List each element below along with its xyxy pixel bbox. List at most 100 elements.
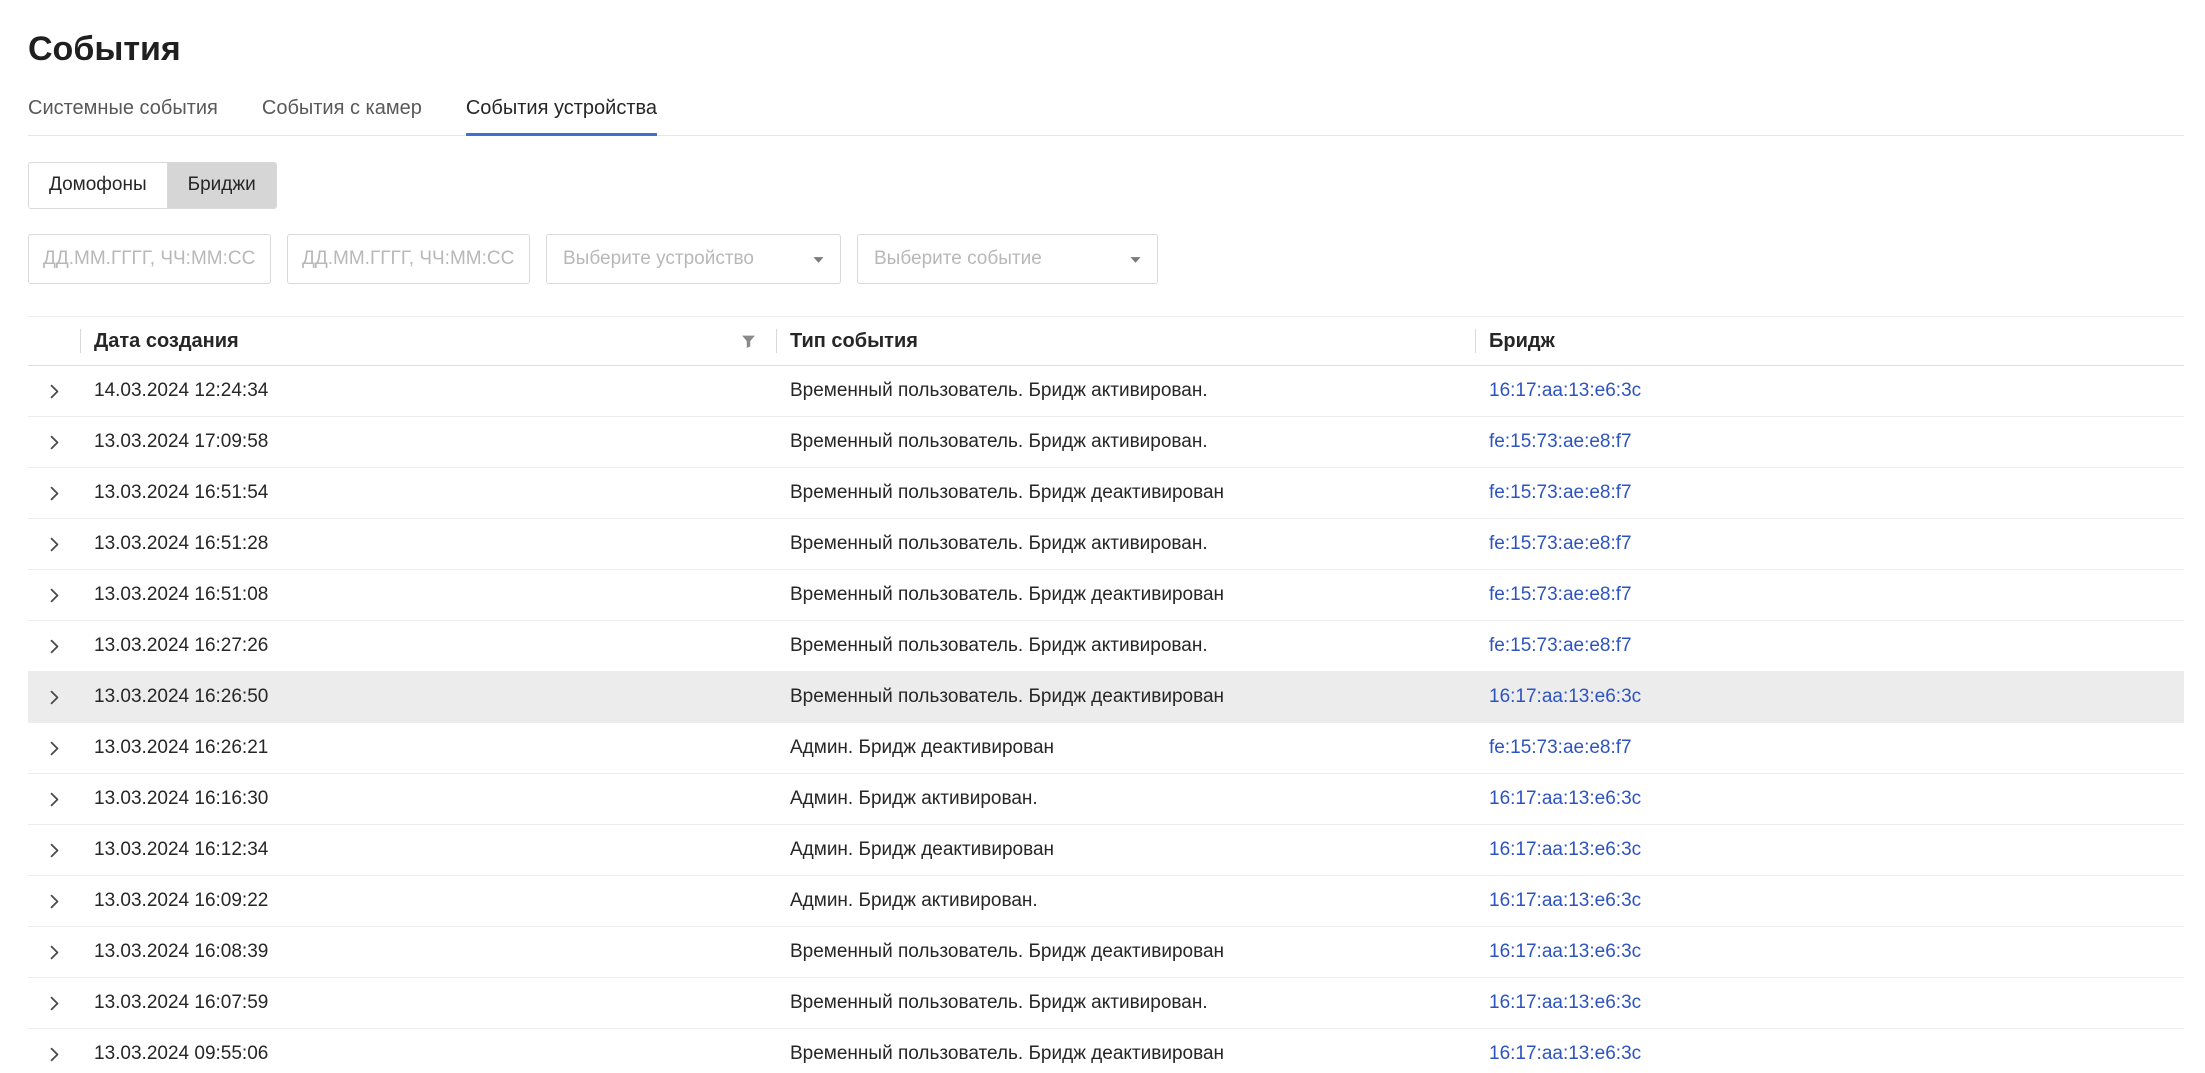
expand-row-button[interactable] [28, 825, 80, 875]
chevron-right-icon [46, 485, 63, 502]
expand-row-button[interactable] [28, 417, 80, 467]
expand-row-button[interactable] [28, 978, 80, 1028]
row-bridge-link[interactable]: 16:17:aa:13:e6:3c [1489, 788, 1641, 810]
row-date: 13.03.2024 16:08:39 [80, 927, 776, 977]
toggle-bridges[interactable]: Бриджи [167, 163, 276, 208]
device-select[interactable]: Выберите устройство [546, 234, 841, 284]
expand-row-button[interactable] [28, 366, 80, 416]
row-bridge-link[interactable]: 16:17:aa:13:e6:3c [1489, 839, 1641, 861]
row-date: 13.03.2024 16:16:30 [80, 774, 776, 824]
row-type: Временный пользователь. Бридж деактивиро… [776, 927, 1475, 977]
event-select-placeholder: Выберите событие [874, 248, 1042, 270]
chevron-right-icon [46, 995, 63, 1012]
row-type: Админ. Бридж деактивирован [776, 825, 1475, 875]
event-select[interactable]: Выберите событие [857, 234, 1158, 284]
tab-system-events[interactable]: Системные события [28, 97, 218, 135]
expand-row-button[interactable] [28, 519, 80, 569]
header-date: Дата создания [80, 317, 776, 365]
row-date: 13.03.2024 09:55:06 [80, 1029, 776, 1073]
row-date: 13.03.2024 16:51:28 [80, 519, 776, 569]
row-date: 13.03.2024 16:51:54 [80, 468, 776, 518]
row-bridge-link[interactable]: 16:17:aa:13:e6:3c [1489, 992, 1641, 1014]
header-date-label: Дата создания [94, 330, 239, 353]
table-row[interactable]: 13.03.2024 16:09:22 Админ. Бридж активир… [28, 876, 2184, 927]
chevron-right-icon [46, 944, 63, 961]
row-bridge-link[interactable]: fe:15:73:ae:e8:f7 [1489, 533, 1632, 555]
row-bridge-link[interactable]: 16:17:aa:13:e6:3c [1489, 941, 1641, 963]
chevron-down-icon [811, 252, 826, 267]
toggle-intercoms[interactable]: Домофоны [29, 163, 167, 208]
expand-row-button[interactable] [28, 876, 80, 926]
table-row[interactable]: 13.03.2024 16:26:50 Временный пользовате… [28, 672, 2184, 723]
row-type: Временный пользователь. Бридж деактивиро… [776, 1029, 1475, 1073]
device-type-toggle: Домофоны Бриджи [28, 162, 277, 209]
table-row[interactable]: 14.03.2024 12:24:34 Временный пользовате… [28, 366, 2184, 417]
row-bridge-link[interactable]: 16:17:aa:13:e6:3c [1489, 890, 1641, 912]
table-body: 14.03.2024 12:24:34 Временный пользовате… [28, 366, 2184, 1073]
expand-row-button[interactable] [28, 468, 80, 518]
row-type: Временный пользователь. Бридж активирова… [776, 621, 1475, 671]
expand-row-button[interactable] [28, 621, 80, 671]
header-type: Тип события [776, 317, 1475, 365]
row-bridge-link[interactable]: fe:15:73:ae:e8:f7 [1489, 431, 1632, 453]
row-type: Временный пользователь. Бридж активирова… [776, 519, 1475, 569]
row-bridge-link[interactable]: 16:17:aa:13:e6:3c [1489, 1043, 1641, 1065]
page-title: События [28, 30, 2184, 69]
expand-row-button[interactable] [28, 927, 80, 977]
row-bridge-link[interactable]: fe:15:73:ae:e8:f7 [1489, 635, 1632, 657]
row-bridge-link[interactable]: 16:17:aa:13:e6:3c [1489, 380, 1641, 402]
device-select-placeholder: Выберите устройство [563, 248, 754, 270]
row-bridge-link[interactable]: fe:15:73:ae:e8:f7 [1489, 584, 1632, 606]
tab-device-events[interactable]: События устройства [466, 97, 657, 135]
date-from-input[interactable] [28, 234, 271, 284]
chevron-right-icon [46, 638, 63, 655]
row-type: Админ. Бридж деактивирован [776, 723, 1475, 773]
row-date: 13.03.2024 16:12:34 [80, 825, 776, 875]
expand-row-button[interactable] [28, 723, 80, 773]
tab-camera-events[interactable]: События с камер [262, 97, 422, 135]
chevron-right-icon [46, 587, 63, 604]
row-type: Временный пользователь. Бридж деактивиро… [776, 468, 1475, 518]
row-type: Временный пользователь. Бридж активирова… [776, 978, 1475, 1028]
header-bridge: Бридж [1475, 317, 2184, 365]
chevron-right-icon [46, 689, 63, 706]
row-date: 13.03.2024 16:27:26 [80, 621, 776, 671]
header-bridge-label: Бридж [1489, 330, 1555, 353]
expand-row-button[interactable] [28, 774, 80, 824]
row-date: 13.03.2024 16:07:59 [80, 978, 776, 1028]
chevron-right-icon [46, 383, 63, 400]
table-row[interactable]: 13.03.2024 16:07:59 Временный пользовате… [28, 978, 2184, 1029]
table-row[interactable]: 13.03.2024 09:55:06 Временный пользовате… [28, 1029, 2184, 1073]
table-row[interactable]: 13.03.2024 16:27:26 Временный пользовате… [28, 621, 2184, 672]
row-date: 13.03.2024 17:09:58 [80, 417, 776, 467]
row-bridge-link[interactable]: fe:15:73:ae:e8:f7 [1489, 737, 1632, 759]
chevron-right-icon [46, 1046, 63, 1063]
date-to-input[interactable] [287, 234, 530, 284]
expand-row-button[interactable] [28, 1029, 80, 1073]
chevron-right-icon [46, 536, 63, 553]
events-table: Дата создания Тип события Бридж 14.03.20… [28, 316, 2184, 1073]
table-row[interactable]: 13.03.2024 16:51:08 Временный пользовате… [28, 570, 2184, 621]
expand-row-button[interactable] [28, 570, 80, 620]
chevron-right-icon [46, 791, 63, 808]
row-bridge-link[interactable]: fe:15:73:ae:e8:f7 [1489, 482, 1632, 504]
filter-funnel-icon[interactable] [741, 334, 756, 349]
row-date: 13.03.2024 16:26:50 [80, 672, 776, 722]
row-date: 13.03.2024 16:09:22 [80, 876, 776, 926]
row-bridge-link[interactable]: 16:17:aa:13:e6:3c [1489, 686, 1641, 708]
table-row[interactable]: 13.03.2024 17:09:58 Временный пользовате… [28, 417, 2184, 468]
header-expand-cell [28, 317, 80, 365]
expand-row-button[interactable] [28, 672, 80, 722]
table-row[interactable]: 13.03.2024 16:08:39 Временный пользовате… [28, 927, 2184, 978]
row-date: 14.03.2024 12:24:34 [80, 366, 776, 416]
row-type: Временный пользователь. Бридж деактивиро… [776, 570, 1475, 620]
table-row[interactable]: 13.03.2024 16:51:28 Временный пользовате… [28, 519, 2184, 570]
row-type: Админ. Бридж активирован. [776, 774, 1475, 824]
table-row[interactable]: 13.03.2024 16:51:54 Временный пользовате… [28, 468, 2184, 519]
table-row[interactable]: 13.03.2024 16:26:21 Админ. Бридж деактив… [28, 723, 2184, 774]
table-row[interactable]: 13.03.2024 16:12:34 Админ. Бридж деактив… [28, 825, 2184, 876]
header-type-label: Тип события [790, 330, 918, 353]
row-type: Временный пользователь. Бридж активирова… [776, 366, 1475, 416]
table-row[interactable]: 13.03.2024 16:16:30 Админ. Бридж активир… [28, 774, 2184, 825]
row-type: Админ. Бридж активирован. [776, 876, 1475, 926]
